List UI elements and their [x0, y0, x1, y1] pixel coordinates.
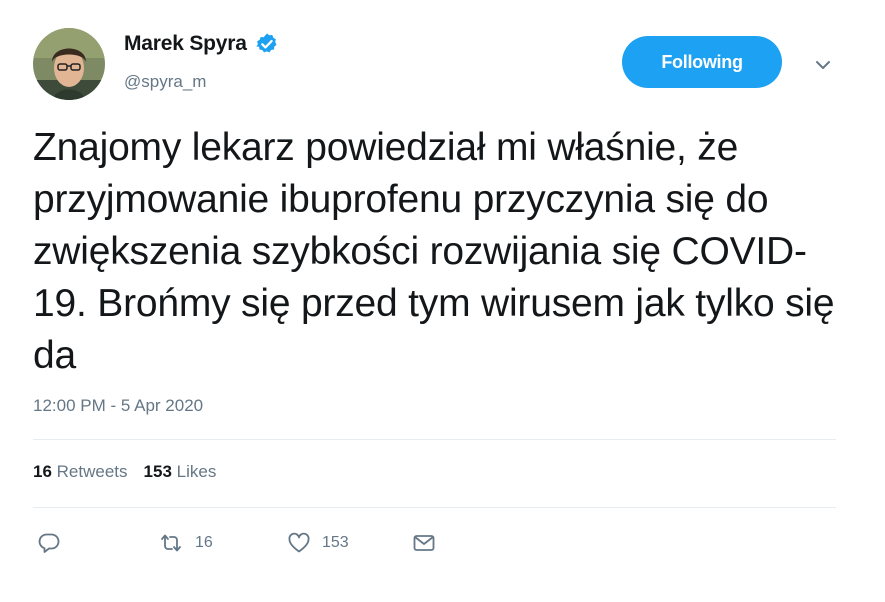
following-button[interactable]: Following [622, 36, 782, 88]
author-display-name[interactable]: Marek Spyra [124, 32, 247, 56]
retweets-count: 16 [33, 462, 52, 481]
mail-icon [413, 535, 435, 551]
reply-button[interactable] [36, 530, 62, 556]
tweet-text: Znajomy lekarz powiedział mi właśnie, że… [33, 126, 835, 377]
avatar-image [33, 28, 105, 100]
avatar[interactable] [33, 28, 105, 100]
likes-count: 153 [143, 462, 172, 481]
likes-label: Likes [176, 462, 217, 481]
retweets-stat[interactable]: 16 Retweets [33, 462, 128, 482]
divider [33, 439, 836, 440]
direct-message-button[interactable] [411, 530, 437, 556]
tweet-timestamp[interactable]: 12:00 PM - 5 Apr 2020 [33, 396, 203, 416]
like-count: 153 [322, 534, 349, 551]
retweet-count: 16 [195, 534, 213, 551]
retweets-label: Retweets [56, 462, 128, 481]
likes-stat[interactable]: 153 Likes [144, 462, 217, 482]
divider [33, 507, 836, 508]
heart-icon [288, 532, 310, 553]
retweet-button[interactable]: 16 [157, 530, 213, 556]
tweet-stats: 16 Retweets 153 Likes [33, 462, 216, 482]
author-name-row: Marek Spyra [124, 32, 279, 56]
tweet-card: Marek Spyra @spyra_m Following Znajomy l… [0, 0, 885, 602]
retweet-icon [161, 534, 181, 552]
chevron-down-icon[interactable] [810, 52, 836, 78]
like-button[interactable]: 153 [286, 530, 349, 556]
author-handle[interactable]: @spyra_m [124, 72, 206, 92]
verified-badge-icon [256, 33, 277, 53]
reply-icon [38, 533, 60, 553]
